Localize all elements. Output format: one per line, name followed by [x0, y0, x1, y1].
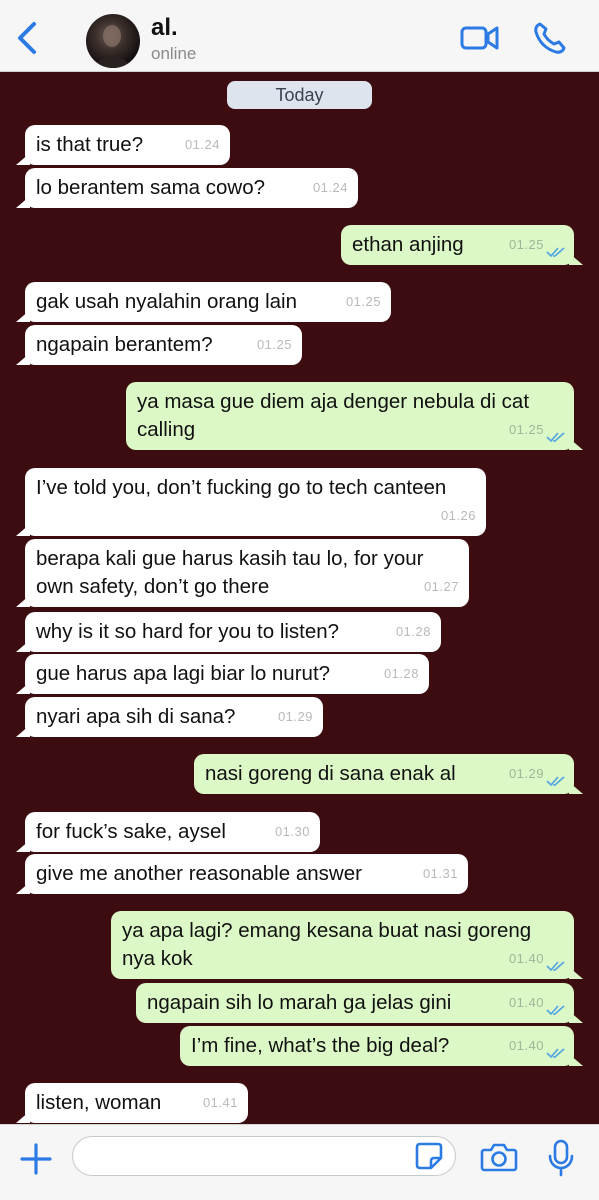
message-text: ya apa lagi? emang kesana buat nasi gore…	[122, 919, 532, 970]
message-time: 01.26	[440, 508, 476, 523]
message-time: 01.25	[345, 294, 381, 309]
message-text: lo berantem sama cowo?	[36, 176, 266, 199]
message-incoming[interactable]: berapa kali gue harus kasih tau lo, for …	[16, 539, 469, 607]
message-text: I’m fine, what’s the big deal?	[191, 1034, 450, 1057]
message-text: why is it so hard for you to listen?	[36, 620, 340, 643]
message-text: nyari apa sih di sana?	[36, 705, 236, 728]
message-time: 01.28	[395, 624, 431, 639]
message-time: 01.25	[508, 422, 544, 437]
message-time: 01.31	[422, 866, 458, 881]
message-time: 01.27	[423, 579, 459, 594]
message-text: for fuck’s sake, aysel	[36, 820, 226, 843]
message-incoming[interactable]: lo berantem sama cowo? 01.24	[16, 168, 358, 208]
message-text: listen, woman	[36, 1091, 162, 1114]
message-text: nasi goreng di sana enak al	[205, 762, 456, 785]
message-text: is that true?	[36, 133, 144, 156]
message-time: 01.40	[508, 1038, 544, 1053]
message-time: 01.25	[508, 237, 544, 252]
message-text: berapa kali gue harus kasih tau lo, for …	[36, 547, 424, 598]
video-call-icon[interactable]	[460, 22, 500, 54]
message-outgoing[interactable]: nasi goreng di sana enak al 01.29	[194, 754, 583, 794]
message-outgoing[interactable]: I’m fine, what’s the big deal? 01.40	[180, 1026, 583, 1066]
message-input-bar	[0, 1124, 599, 1200]
contact-status: online	[151, 44, 197, 63]
contact-avatar[interactable]	[86, 14, 140, 68]
read-receipt-icon	[546, 776, 565, 787]
message-text: I’ve told you, don’t fucking go to tech …	[36, 476, 447, 499]
message-time: 01.24	[312, 180, 348, 195]
message-text: gue harus apa lagi biar lo nurut?	[36, 662, 331, 685]
plus-icon[interactable]	[18, 1141, 54, 1177]
message-incoming[interactable]: listen, woman 01.41	[16, 1083, 248, 1123]
message-incoming[interactable]: ngapain berantem? 01.25	[16, 325, 302, 365]
message-time: 01.25	[256, 337, 292, 352]
date-separator: Today	[227, 81, 372, 109]
message-outgoing[interactable]: ethan anjing 01.25	[341, 225, 583, 265]
read-receipt-icon	[546, 247, 565, 258]
sticker-icon[interactable]	[414, 1141, 444, 1171]
chat-header: al. online	[0, 0, 599, 72]
phone-call-icon[interactable]	[532, 20, 568, 56]
read-receipt-icon	[546, 1005, 565, 1016]
message-outgoing[interactable]: ya apa lagi? emang kesana buat nasi gore…	[111, 911, 583, 979]
message-incoming[interactable]: I’ve told you, don’t fucking go to tech …	[16, 468, 486, 536]
message-time: 01.41	[202, 1095, 238, 1110]
message-incoming[interactable]: gue harus apa lagi biar lo nurut? 01.28	[16, 654, 429, 694]
message-time: 01.28	[383, 666, 419, 681]
message-outgoing[interactable]: ngapain sih lo marah ga jelas gini 01.40	[136, 983, 583, 1023]
message-text: ngapain berantem?	[36, 333, 213, 356]
message-time: 01.29	[508, 766, 544, 781]
message-text: ya masa gue diem aja denger nebula di ca…	[137, 390, 530, 441]
message-incoming[interactable]: why is it so hard for you to listen? 01.…	[16, 612, 441, 652]
message-incoming[interactable]: for fuck’s sake, aysel 01.30	[16, 812, 320, 852]
read-receipt-icon	[546, 1048, 565, 1059]
message-text: give me another reasonable answer	[36, 862, 362, 885]
message-time: 01.40	[508, 995, 544, 1010]
message-time: 01.24	[184, 137, 220, 152]
message-input[interactable]	[72, 1136, 456, 1176]
message-incoming[interactable]: gak usah nyalahin orang lain 01.25	[16, 282, 391, 322]
message-text: gak usah nyalahin orang lain	[36, 290, 297, 313]
read-receipt-icon	[546, 432, 565, 443]
message-incoming[interactable]: nyari apa sih di sana? 01.29	[16, 697, 323, 737]
message-incoming[interactable]: give me another reasonable answer 01.31	[16, 854, 468, 894]
message-time: 01.30	[274, 824, 310, 839]
microphone-icon[interactable]	[548, 1139, 574, 1177]
message-text: ethan anjing	[352, 233, 464, 256]
avatar-photo-icon	[96, 25, 130, 68]
message-time: 01.40	[508, 951, 544, 966]
back-chevron-icon[interactable]	[14, 20, 42, 56]
read-receipt-icon	[546, 961, 565, 972]
message-text: ngapain sih lo marah ga jelas gini	[147, 991, 452, 1014]
message-outgoing[interactable]: ya masa gue diem aja denger nebula di ca…	[126, 382, 583, 450]
camera-icon[interactable]	[480, 1141, 518, 1173]
message-incoming[interactable]: is that true? 01.24	[16, 125, 230, 165]
contact-name[interactable]: al.	[151, 14, 178, 42]
message-time: 01.29	[277, 709, 313, 724]
